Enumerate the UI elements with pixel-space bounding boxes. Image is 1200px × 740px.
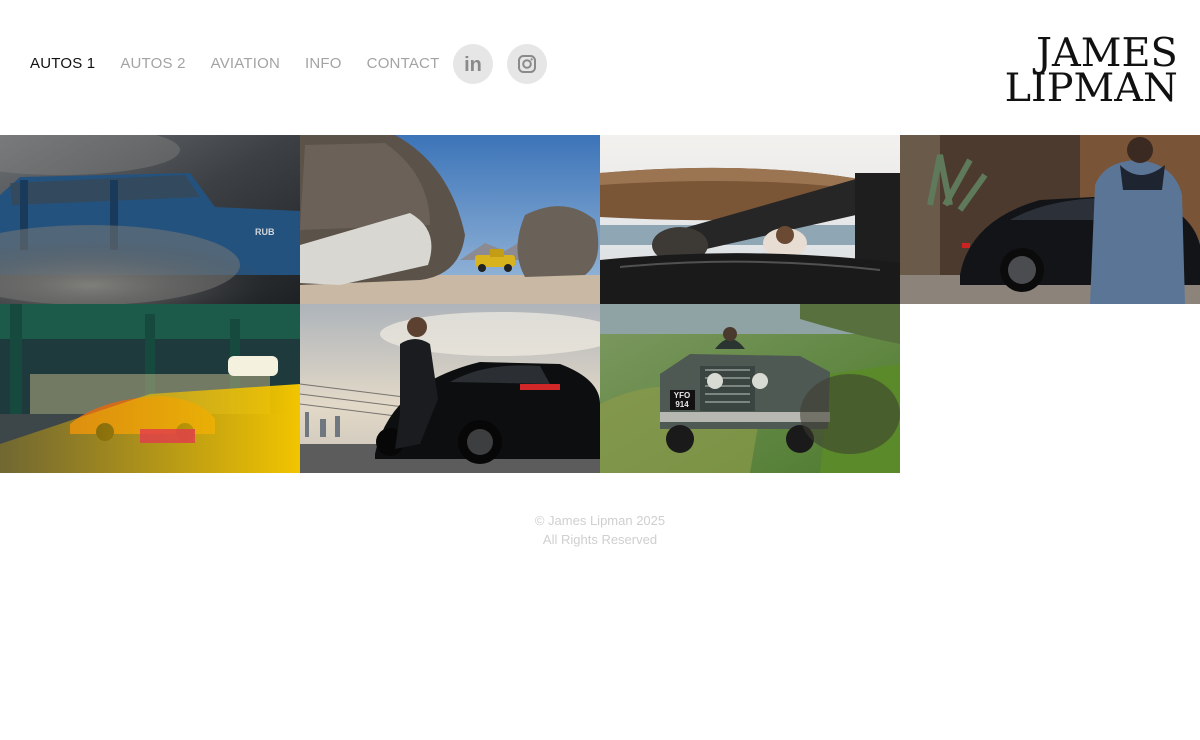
instagram-icon <box>518 55 537 73</box>
land-rover-image: YFO 914 <box>600 304 900 473</box>
nav-autos-1[interactable]: AUTOS 1 <box>30 44 95 84</box>
photo-gallery: RUB <box>0 135 1200 473</box>
plate-line-2: 914 <box>675 400 689 409</box>
blue-jeep-image: RUB <box>0 135 300 304</box>
gallery-photo-1[interactable]: RUB <box>0 135 300 304</box>
linkedin-icon: in <box>465 54 483 76</box>
nav-aviation[interactable]: AVIATION <box>211 44 280 84</box>
sportscar-man-image <box>300 304 600 473</box>
gallery-photo-3[interactable] <box>600 135 900 304</box>
nav-info[interactable]: INFO <box>305 44 342 84</box>
gallery-photo-5[interactable] <box>0 304 300 473</box>
copyright-text: © James Lipman 2025 <box>534 513 666 528</box>
site-logo[interactable]: JAMES LIPMAN <box>1004 34 1178 111</box>
gallery-photo-7[interactable]: YFO 914 <box>600 304 900 473</box>
gallery-photo-6[interactable] <box>300 304 600 473</box>
surfboard-car-image <box>600 135 900 304</box>
instagram-button[interactable] <box>507 44 548 84</box>
supercar-taxi-image <box>0 304 300 473</box>
gallery-photo-2[interactable] <box>300 135 600 304</box>
boulders-truck-image <box>300 135 600 304</box>
gallery-photo-4[interactable] <box>900 135 1200 304</box>
nav-autos-2[interactable]: AUTOS 2 <box>120 44 185 84</box>
linkedin-button[interactable]: in <box>453 44 494 84</box>
site-header: AUTOS 1 AUTOS 2 AVIATION INFO CONTACT in… <box>0 0 1200 135</box>
nav-contact[interactable]: CONTACT <box>367 44 440 84</box>
logo-line-lipman: LIPMAN <box>1004 66 1178 111</box>
sedan-man-image <box>900 135 1200 304</box>
plate-line-1: YFO <box>674 391 690 400</box>
linkedin-icon-text: in <box>465 54 483 76</box>
rights-text: All Rights Reserved <box>542 532 658 547</box>
site-footer: © James Lipman 2025 All Rights Reserved <box>0 511 1200 549</box>
main-nav: AUTOS 1 AUTOS 2 AVIATION INFO CONTACT in <box>30 44 561 84</box>
